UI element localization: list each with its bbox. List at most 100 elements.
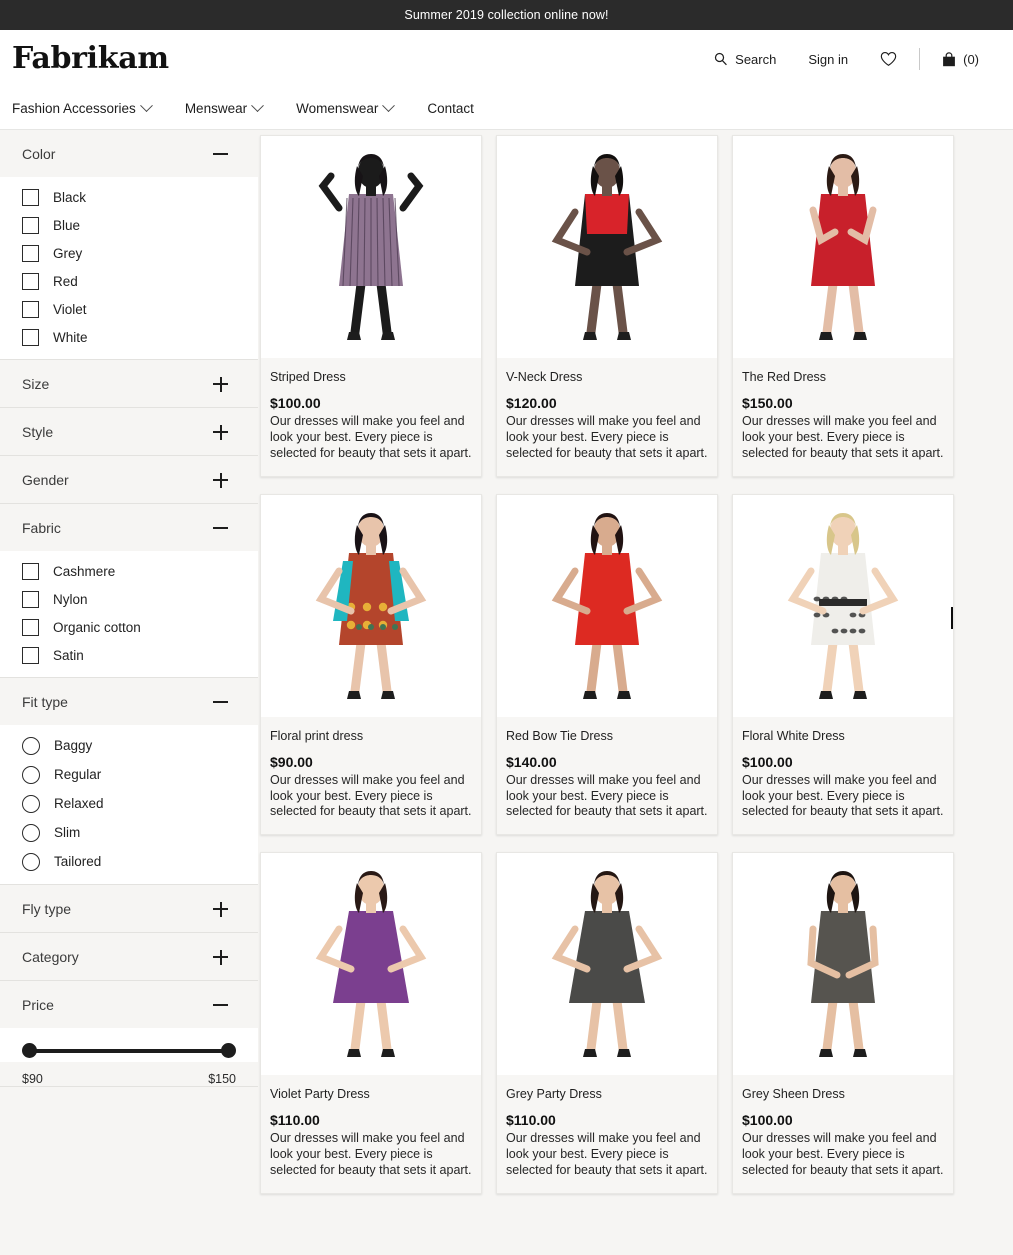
product-card[interactable]: Striped Dress$100.00Our dresses will mak… — [260, 135, 482, 477]
facet-price-header[interactable]: Price — [0, 981, 258, 1028]
nav-item-contact[interactable]: Contact — [427, 93, 490, 124]
fabric-option-organic-cotton[interactable]: Organic cotton — [0, 613, 258, 641]
facet-color-header[interactable]: Color — [0, 130, 258, 177]
product-image[interactable] — [733, 853, 953, 1075]
color-option-grey[interactable]: Grey — [0, 239, 258, 267]
product-image[interactable] — [497, 136, 717, 358]
expand-icon[interactable] — [213, 473, 228, 488]
product-description: Our dresses will make you feel and look … — [506, 414, 708, 462]
checkbox-color-5[interactable] — [22, 329, 39, 346]
facet-style-header[interactable]: Style — [0, 408, 258, 455]
product-name: Striped Dress — [270, 370, 472, 384]
product-image[interactable] — [261, 136, 481, 358]
nav-item-womenswear[interactable]: Womenswear — [296, 93, 409, 124]
checkbox-fabric-1[interactable] — [22, 591, 39, 608]
product-card[interactable]: Violet Party Dress$110.00Our dresses wil… — [260, 852, 482, 1194]
checkbox-fabric-2[interactable] — [22, 619, 39, 636]
facet-fit-type-options: BaggyRegularRelaxedSlimTailored — [0, 725, 258, 884]
fit-type-option-relaxed[interactable]: Relaxed — [0, 789, 258, 818]
nav-label: Menswear — [185, 101, 247, 116]
product-card[interactable]: Floral White Dress$100.00Our dresses wil… — [732, 494, 954, 836]
product-name: Grey Sheen Dress — [742, 1087, 944, 1101]
product-name: Red Bow Tie Dress — [506, 729, 708, 743]
product-card[interactable]: Grey Party Dress$110.00Our dresses will … — [496, 852, 718, 1194]
expand-icon[interactable] — [213, 425, 228, 440]
product-price: $100.00 — [742, 754, 944, 770]
radio-fit-type-0[interactable] — [22, 737, 40, 755]
facet-style: Style — [0, 408, 258, 456]
product-image[interactable] — [261, 495, 481, 717]
fit-type-option-tailored[interactable]: Tailored — [0, 847, 258, 876]
price-slider-max-handle[interactable] — [221, 1043, 236, 1058]
collapse-icon[interactable] — [213, 521, 228, 536]
radio-fit-type-3[interactable] — [22, 824, 40, 842]
checkbox-color-2[interactable] — [22, 245, 39, 262]
facet-fabric-header[interactable]: Fabric — [0, 504, 258, 551]
facet-category-header[interactable]: Category — [0, 933, 258, 980]
cart-button[interactable]: (0) — [926, 46, 995, 73]
product-image[interactable] — [497, 495, 717, 717]
option-label: Black — [53, 190, 86, 205]
color-option-violet[interactable]: Violet — [0, 295, 258, 323]
facet-fly-type: Fly type — [0, 885, 258, 933]
product-image[interactable] — [497, 853, 717, 1075]
facet-fit-type-header[interactable]: Fit type — [0, 678, 258, 725]
product-card[interactable]: The Red Dress$150.00Our dresses will mak… — [732, 135, 954, 477]
product-card[interactable]: Red Bow Tie Dress$140.00Our dresses will… — [496, 494, 718, 836]
facet-gender: Gender — [0, 456, 258, 504]
facet-gender-header[interactable]: Gender — [0, 456, 258, 503]
expand-icon[interactable] — [213, 377, 228, 392]
search-button[interactable]: Search — [698, 46, 792, 73]
checkbox-fabric-3[interactable] — [22, 647, 39, 664]
radio-fit-type-2[interactable] — [22, 795, 40, 813]
expand-icon[interactable] — [213, 902, 228, 917]
wishlist-button[interactable] — [864, 45, 913, 73]
color-option-white[interactable]: White — [0, 323, 258, 351]
product-image[interactable] — [733, 136, 953, 358]
product-card[interactable]: V-Neck Dress$120.00Our dresses will make… — [496, 135, 718, 477]
facet-fly-type-header[interactable]: Fly type — [0, 885, 258, 932]
fit-type-option-regular[interactable]: Regular — [0, 760, 258, 789]
collapse-icon[interactable] — [213, 998, 228, 1013]
collapse-icon[interactable] — [213, 147, 228, 162]
shopping-bag-icon — [942, 52, 956, 67]
nav-item-menswear[interactable]: Menswear — [185, 93, 278, 124]
checkbox-color-0[interactable] — [22, 189, 39, 206]
fit-type-option-baggy[interactable]: Baggy — [0, 731, 258, 760]
color-option-blue[interactable]: Blue — [0, 211, 258, 239]
fit-type-option-slim[interactable]: Slim — [0, 818, 258, 847]
collapse-icon[interactable] — [213, 695, 228, 710]
price-slider[interactable] — [22, 1042, 236, 1060]
checkbox-color-4[interactable] — [22, 301, 39, 318]
product-image[interactable] — [733, 495, 953, 717]
product-price: $90.00 — [270, 754, 472, 770]
chevron-down-icon — [251, 99, 264, 112]
facet-style-title: Style — [22, 424, 53, 440]
facet-size-header[interactable]: Size — [0, 360, 258, 407]
product-card[interactable]: Floral print dress$90.00Our dresses will… — [260, 494, 482, 836]
option-label: Blue — [53, 218, 80, 233]
radio-fit-type-4[interactable] — [22, 853, 40, 871]
product-description: Our dresses will make you feel and look … — [506, 1131, 708, 1179]
nav-item-fashion-accessories[interactable]: Fashion Accessories — [12, 93, 167, 124]
color-option-red[interactable]: Red — [0, 267, 258, 295]
checkbox-color-3[interactable] — [22, 273, 39, 290]
fabric-option-nylon[interactable]: Nylon — [0, 585, 258, 613]
product-card[interactable]: Grey Sheen Dress$100.00Our dresses will … — [732, 852, 954, 1194]
product-description: Our dresses will make you feel and look … — [270, 1131, 472, 1179]
radio-fit-type-1[interactable] — [22, 766, 40, 784]
signin-button[interactable]: Sign in — [792, 46, 864, 73]
product-image[interactable] — [261, 853, 481, 1075]
checkbox-fabric-0[interactable] — [22, 563, 39, 580]
site-header: Fabrikam Search Sign in — [0, 30, 1013, 88]
expand-icon[interactable] — [213, 950, 228, 965]
product-details: Grey Party Dress$110.00Our dresses will … — [497, 1075, 717, 1193]
fabric-option-satin[interactable]: Satin — [0, 641, 258, 669]
fabric-option-cashmere[interactable]: Cashmere — [0, 557, 258, 585]
checkbox-color-1[interactable] — [22, 217, 39, 234]
brand-logo[interactable]: Fabrikam — [12, 44, 169, 74]
product-price: $100.00 — [742, 1112, 944, 1128]
color-option-black[interactable]: Black — [0, 183, 258, 211]
price-slider-min-handle[interactable] — [22, 1043, 37, 1058]
facet-category-title: Category — [22, 949, 79, 965]
